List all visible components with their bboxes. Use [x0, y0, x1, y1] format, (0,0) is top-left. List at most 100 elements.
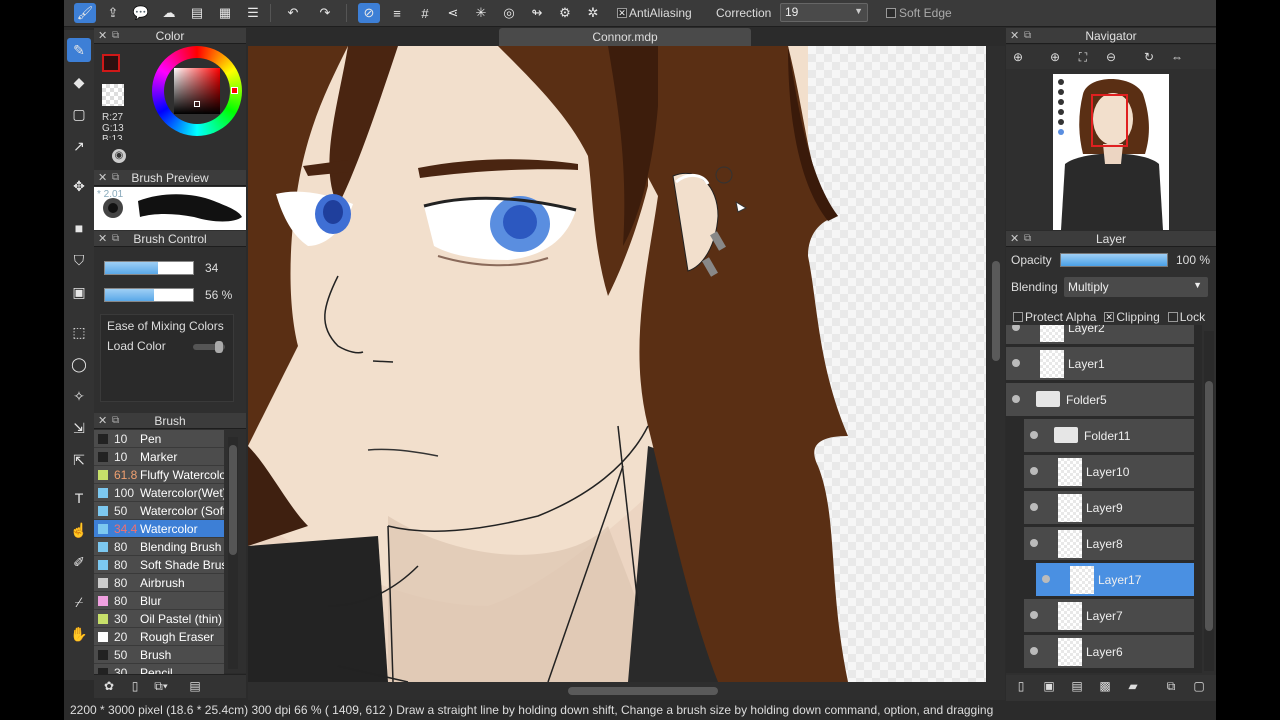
fill-rect-tool-icon[interactable]: ■ [67, 216, 91, 240]
select-pen-tool-icon[interactable]: ⇲ [67, 416, 91, 440]
clipping-toggle[interactable]: ✕ Clipping [1104, 310, 1160, 324]
select-rect-tool-icon[interactable]: ⬚ [67, 320, 91, 344]
snap-off-icon[interactable]: ⊘ [358, 3, 380, 23]
brush-item[interactable]: 30 Oil Pastel (thin) [94, 610, 224, 628]
divide-tool-icon[interactable]: ✐ [67, 550, 91, 574]
scroll-thumb[interactable] [568, 687, 718, 695]
select-eraser-tool-icon[interactable]: ⇱ [67, 448, 91, 472]
brush-item[interactable]: 50 Brush [94, 646, 224, 664]
close-icon[interactable]: ✕ [98, 231, 107, 247]
brush-size-slider[interactable] [104, 261, 194, 275]
foreground-color-swatch[interactable] [102, 54, 120, 72]
scroll-thumb[interactable] [1205, 381, 1213, 631]
brush-item[interactable]: 61.8 Fluffy Watercolor [94, 466, 224, 484]
protect-alpha-toggle[interactable]: Protect Alpha [1013, 310, 1096, 324]
snap-gear-icon[interactable]: ✲ [582, 3, 604, 23]
eyedropper-tool-icon[interactable]: ⌿ [67, 590, 91, 614]
radial-snap-icon[interactable]: ✳ [470, 3, 492, 23]
visibility-eye-icon[interactable] [1030, 431, 1038, 439]
layer-folder-row[interactable]: Folder11 [1024, 419, 1194, 453]
add-brush-icon[interactable]: ✿ [100, 679, 118, 695]
canvas-horizontal-scrollbar[interactable] [248, 682, 1005, 700]
navigator-view-rect[interactable] [1091, 94, 1128, 147]
brush-mode-icon[interactable]: 🖌 [74, 3, 96, 23]
document-tab[interactable]: Connor.mdp [499, 28, 751, 46]
lock-checkbox[interactable] [1167, 312, 1178, 322]
popout-icon[interactable]: ⧉ [1024, 28, 1031, 44]
palette-icon[interactable]: ◉ [112, 149, 126, 163]
antialiasing-toggle[interactable]: ✕ AntiAliasing [617, 6, 692, 20]
transparent-color-swatch[interactable] [102, 84, 124, 106]
rectangle-tool-icon[interactable]: ▢ [67, 102, 91, 126]
brush-opacity-slider[interactable] [104, 288, 194, 302]
undo-icon[interactable]: ↶ [282, 3, 304, 23]
layer-row[interactable]: Layer10 [1024, 455, 1194, 489]
text-tool-icon[interactable]: T [67, 486, 91, 510]
close-icon[interactable]: ✕ [1010, 28, 1019, 44]
brush-item[interactable]: 80 Airbrush [94, 574, 224, 592]
brush-item[interactable]: 80 Blur [94, 592, 224, 610]
snap-settings-icon[interactable]: ⚙ [554, 3, 576, 23]
close-icon[interactable]: ✕ [98, 170, 107, 186]
visibility-eye-icon[interactable] [1030, 503, 1038, 511]
popout-icon[interactable]: ⧉ [112, 413, 119, 429]
move-tool-icon[interactable]: ✥ [67, 174, 91, 198]
cloud-icon[interactable]: ☁ [158, 3, 180, 23]
rotate-icon[interactable]: ↻ [1140, 48, 1158, 66]
layer-row[interactable]: Layer6 [1024, 635, 1194, 669]
brush-item[interactable]: 80 Soft Shade Brush [94, 556, 224, 574]
layer-list-scrollbar[interactable] [1204, 331, 1214, 671]
brush-item[interactable]: 10 Pen [94, 430, 224, 448]
hue-marker[interactable] [231, 87, 238, 94]
brush-item[interactable]: 50 Watercolor (Soft) [94, 502, 224, 520]
new-8bit-layer-icon[interactable]: ▤ [1068, 679, 1086, 695]
brush-tool-icon[interactable]: ✎ [67, 38, 91, 62]
popout-icon[interactable]: ⧉ [112, 231, 119, 247]
brush-list-scrollbar[interactable] [228, 437, 238, 669]
redo-icon[interactable]: ↷ [314, 3, 336, 23]
cross-snap-icon[interactable]: # [414, 3, 436, 23]
visibility-eye-icon[interactable] [1012, 395, 1020, 403]
parallel-snap-icon[interactable]: ≡ [386, 3, 408, 23]
layer-row[interactable]: Layer2 [1006, 325, 1194, 345]
zoom-out-icon[interactable]: ⊖ [1102, 48, 1120, 66]
eraser-tool-icon[interactable]: ◆ [67, 70, 91, 94]
brush-size-value[interactable]: 34 [205, 261, 218, 275]
lasso-tool-icon[interactable]: ◯ [67, 352, 91, 376]
new-layer-icon[interactable]: ▯ [1012, 679, 1030, 695]
protect-alpha-checkbox[interactable] [1013, 312, 1023, 322]
visibility-eye-icon[interactable] [1012, 359, 1020, 367]
close-icon[interactable]: ✕ [1010, 231, 1019, 247]
new-page-icon[interactable]: ▯ [126, 679, 144, 695]
close-icon[interactable]: ✕ [98, 28, 107, 44]
soft-edge-toggle[interactable]: Soft Edge [886, 6, 952, 20]
layer-menu-icon[interactable]: ▢ [1190, 679, 1208, 695]
operation-tool-icon[interactable]: ☝ [67, 518, 91, 542]
canvas-vertical-scrollbar[interactable] [987, 46, 1005, 682]
zoom-in-icon[interactable]: ⊕ [1009, 48, 1027, 66]
brush-opacity-value[interactable]: 56 % [205, 288, 232, 302]
export-icon[interactable]: ⇪ [102, 3, 124, 23]
saturation-value-square[interactable] [174, 68, 220, 114]
load-color-slider[interactable] [193, 341, 225, 353]
lock-toggle[interactable]: Lock [1167, 310, 1205, 324]
layer-row[interactable]: Layer1 [1006, 347, 1194, 381]
comment-icon[interactable]: 💬 [130, 3, 152, 23]
visibility-eye-icon[interactable] [1030, 647, 1038, 655]
hand-tool-icon[interactable]: ✋ [67, 622, 91, 646]
brush-item[interactable]: 34.4 Watercolor [94, 520, 224, 538]
brush-item[interactable]: 10 Marker [94, 448, 224, 466]
new-folder-icon[interactable]: ▰ [1124, 679, 1142, 695]
antialiasing-checkbox[interactable]: ✕ [617, 8, 627, 18]
bucket-tool-icon[interactable]: ⛉ [67, 248, 91, 272]
menu-icon[interactable]: ☰ [242, 3, 264, 23]
layer-row[interactable]: Layer17 [1036, 563, 1194, 597]
fit-icon[interactable]: ⛶ [1074, 48, 1092, 66]
layer-folder-row[interactable]: Folder5 [1006, 383, 1194, 417]
visibility-eye-icon[interactable] [1030, 539, 1038, 547]
grid-icon[interactable]: ▦ [214, 3, 236, 23]
brush-settings-icon[interactable]: ▤ [186, 679, 204, 695]
gradient-tool-icon[interactable]: ▣ [67, 280, 91, 304]
scroll-thumb[interactable] [992, 261, 1000, 361]
soft-edge-checkbox[interactable] [886, 8, 896, 18]
